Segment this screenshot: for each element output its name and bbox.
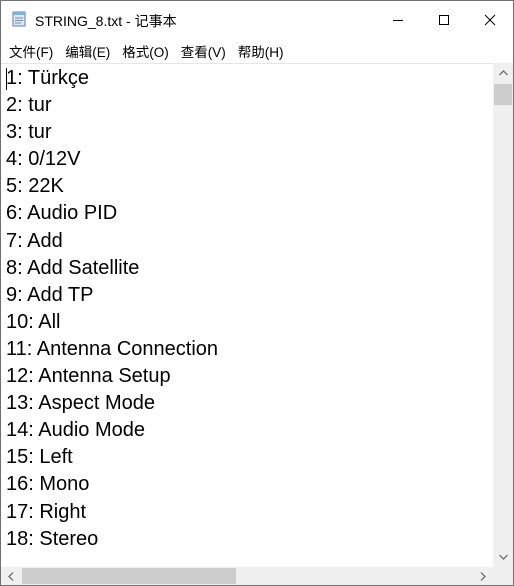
text-line: 5: 22K [6, 175, 64, 198]
window-title: STRING_8.txt - 记事本 [35, 13, 177, 29]
size-grip[interactable] [493, 567, 513, 585]
menu-file[interactable]: 文件(F) [3, 39, 59, 63]
scroll-right-button[interactable] [473, 567, 493, 585]
text-line: 3: tur [6, 121, 52, 144]
chevron-right-icon [480, 571, 486, 581]
maximize-icon [439, 15, 449, 25]
close-button[interactable] [467, 1, 513, 39]
text-lines: 1: Türkçe 2: tur 3: tur 4: 0/12V 5: 22K … [6, 65, 218, 553]
close-icon [484, 14, 496, 26]
text-line: 10: All [6, 310, 61, 333]
text-line: 1: Türkçe [6, 67, 89, 89]
text-line: 17: Right [6, 500, 87, 523]
vertical-scrollbar[interactable] [493, 63, 513, 567]
maximize-button[interactable] [421, 1, 467, 39]
menu-bar: 文件(F) 编辑(E) 格式(O) 查看(V) 帮助(H) [1, 39, 514, 62]
text-line: 9: Add TP [6, 283, 94, 306]
chevron-up-icon [498, 70, 508, 76]
menu-edit[interactable]: 编辑(E) [59, 39, 116, 63]
scroll-down-button[interactable] [493, 547, 513, 567]
notepad-icon [12, 11, 26, 27]
chevron-left-icon [8, 571, 14, 581]
text-line: 6: Audio PID [6, 202, 118, 225]
text-line: 12: Antenna Setup [6, 365, 171, 388]
text-line: 7: Add [6, 229, 63, 252]
text-line: 4: 0/12V [6, 148, 81, 171]
menu-format[interactable]: 格式(O) [116, 39, 175, 63]
scroll-left-button[interactable] [1, 567, 21, 585]
text-editor[interactable]: 1: Türkçe 2: tur 3: tur 4: 0/12V 5: 22K … [1, 63, 493, 568]
horizontal-scroll-thumb[interactable] [22, 568, 236, 584]
text-line: 15: Left [6, 446, 73, 469]
minimize-icon [393, 20, 403, 21]
minimize-button[interactable] [375, 1, 421, 39]
vertical-scroll-thumb[interactable] [494, 84, 512, 105]
scroll-up-button[interactable] [493, 63, 513, 83]
text-line: 11: Antenna Connection [6, 337, 219, 360]
text-line: 8: Add Satellite [6, 256, 140, 279]
notepad-window: STRING_8.txt - 记事本 文件(F) 编辑(E) 格式(O) 查看(… [0, 0, 514, 586]
menu-view[interactable]: 查看(V) [175, 39, 232, 63]
chevron-down-icon [498, 554, 508, 560]
text-line: 18: Stereo [6, 527, 99, 550]
text-line: 14: Audio Mode [6, 419, 145, 442]
text-line: 13: Aspect Mode [6, 392, 155, 415]
text-line: 2: tur [6, 94, 52, 117]
menu-help[interactable]: 帮助(H) [232, 39, 290, 63]
horizontal-scrollbar[interactable] [1, 567, 493, 585]
text-line: 16: Mono [6, 473, 90, 496]
title-bar[interactable]: STRING_8.txt - 记事本 [1, 1, 513, 39]
